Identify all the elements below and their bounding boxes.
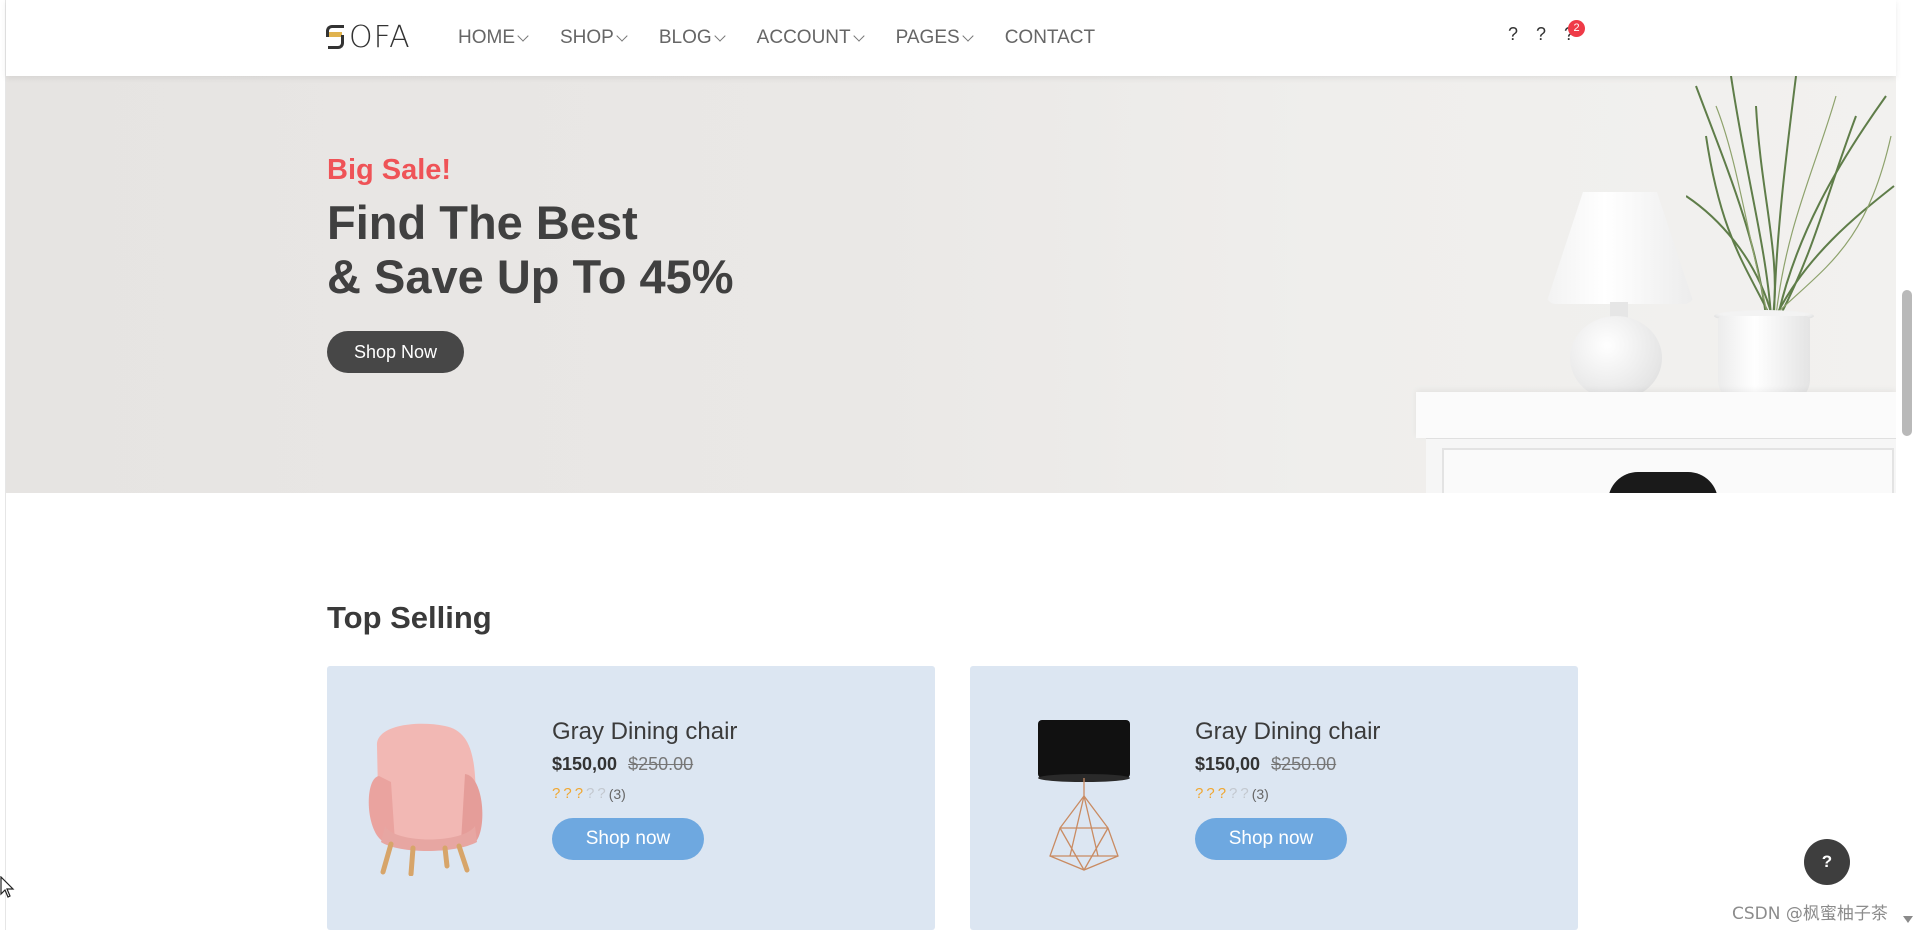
nav-item-shop[interactable]: SHOP xyxy=(560,27,628,49)
page-scrollbar[interactable] xyxy=(1896,0,1919,930)
hero-title-line2: & Save Up To 45% xyxy=(327,250,734,303)
star-empty-icon: ? xyxy=(586,785,595,802)
product-price: $150,00 $250.00 xyxy=(1195,754,1380,775)
hero-title-line1: Find The Best xyxy=(327,196,638,249)
rating-count: (3) xyxy=(1251,785,1269,802)
price-old: $250.00 xyxy=(628,754,694,774)
lamp-illustration xyxy=(1546,192,1694,304)
hero-banner: Big Sale! Find The Best & Save Up To 45%… xyxy=(6,76,1896,493)
star-icon: ? xyxy=(1206,785,1215,802)
lamp-base xyxy=(1570,316,1662,400)
chevron-down-icon xyxy=(962,30,974,42)
star-icon: ? xyxy=(574,785,584,802)
black-table-lamp-image xyxy=(1038,720,1130,871)
price-old: $250.00 xyxy=(1271,754,1337,774)
star-icon: ? xyxy=(563,785,572,802)
rating-count: (3) xyxy=(608,785,626,802)
star-icon: ? xyxy=(552,785,561,802)
page: OFA HOME SHOP BLOG ACCOUNT PAGES CONTACT… xyxy=(5,0,1896,930)
cart-count-badge: 2 xyxy=(1568,20,1585,37)
product-list: Gray Dining chair $150,00 $250.00 ? ? ? … xyxy=(327,666,1578,930)
product-name[interactable]: Gray Dining chair xyxy=(552,718,737,746)
star-icon: ? xyxy=(1217,785,1227,802)
site-logo[interactable]: OFA xyxy=(326,19,411,55)
star-empty-icon: ? xyxy=(1229,785,1238,802)
nav-label: SHOP xyxy=(560,27,614,48)
product-rating: ? ? ? ? ? (3) xyxy=(552,785,737,802)
header-icons: ? ? ? 2 xyxy=(1506,20,1590,45)
mouse-cursor-icon xyxy=(0,876,15,898)
site-header: OFA HOME SHOP BLOG ACCOUNT PAGES CONTACT… xyxy=(6,0,1896,76)
help-button[interactable]: ? xyxy=(1804,839,1850,885)
hero-title: Find The Best & Save Up To 45% xyxy=(327,196,734,304)
logo-text: OFA xyxy=(349,19,411,55)
chevron-down-icon xyxy=(714,30,726,42)
pink-armchair-image xyxy=(368,723,483,876)
nav-item-contact[interactable]: CONTACT xyxy=(1005,27,1095,49)
plant-illustration xyxy=(1686,76,1895,317)
nav-item-pages[interactable]: PAGES xyxy=(895,27,974,49)
nav-item-account[interactable]: ACCOUNT xyxy=(756,27,865,49)
star-icon: ? xyxy=(1195,785,1204,802)
side-table-top xyxy=(1416,392,1896,438)
search-icon[interactable]: ? xyxy=(1506,24,1520,45)
chevron-down-icon xyxy=(852,30,865,42)
hero-kicker: Big Sale! xyxy=(327,154,452,186)
product-info: Gray Dining chair $150,00 $250.00 ? ? ? … xyxy=(1195,718,1380,860)
nav-label: HOME xyxy=(458,27,515,48)
cart-icon[interactable]: ? 2 xyxy=(1562,20,1585,45)
chevron-down-icon xyxy=(517,30,529,42)
shop-now-button[interactable]: Shop Now xyxy=(327,331,464,373)
main-nav: HOME SHOP BLOG ACCOUNT PAGES CONTACT xyxy=(458,0,1128,76)
product-rating: ? ? ? ? ? (3) xyxy=(1195,785,1380,802)
price-current: $150,00 xyxy=(1195,754,1261,774)
wishlist-icon[interactable]: ? xyxy=(1534,24,1548,45)
nav-label: BLOG xyxy=(658,27,712,48)
nav-label: PAGES xyxy=(895,27,960,48)
nav-label: CONTACT xyxy=(1004,27,1096,48)
product-info: Gray Dining chair $150,00 $250.00 ? ? ? … xyxy=(552,718,737,860)
nav-item-home[interactable]: HOME xyxy=(458,27,529,49)
shop-now-button[interactable]: Shop now xyxy=(1195,818,1347,860)
scrollbar-thumb[interactable] xyxy=(1902,290,1912,436)
chair-back xyxy=(1608,472,1718,493)
price-current: $150,00 xyxy=(552,754,618,774)
chevron-down-icon xyxy=(616,30,628,42)
shop-now-button[interactable]: Shop now xyxy=(552,818,704,860)
product-name[interactable]: Gray Dining chair xyxy=(1195,718,1380,746)
product-card[interactable]: Gray Dining chair $150,00 $250.00 ? ? ? … xyxy=(327,666,935,930)
watermark: CSDN @枫蜜柚子茶 xyxy=(1732,904,1888,924)
scroll-down-arrow-icon[interactable] xyxy=(1903,916,1913,923)
product-card[interactable]: Gray Dining chair $150,00 $250.00 ? ? ? … xyxy=(970,666,1578,930)
nav-item-blog[interactable]: BLOG xyxy=(658,27,726,49)
nav-label: ACCOUNT xyxy=(756,27,851,48)
logo-s-icon xyxy=(326,23,346,51)
product-price: $150,00 $250.00 xyxy=(552,754,737,775)
star-empty-icon: ? xyxy=(1240,785,1249,802)
section-title: Top Selling xyxy=(327,600,492,635)
plant-pot xyxy=(1718,316,1810,402)
star-empty-icon: ? xyxy=(597,785,606,802)
